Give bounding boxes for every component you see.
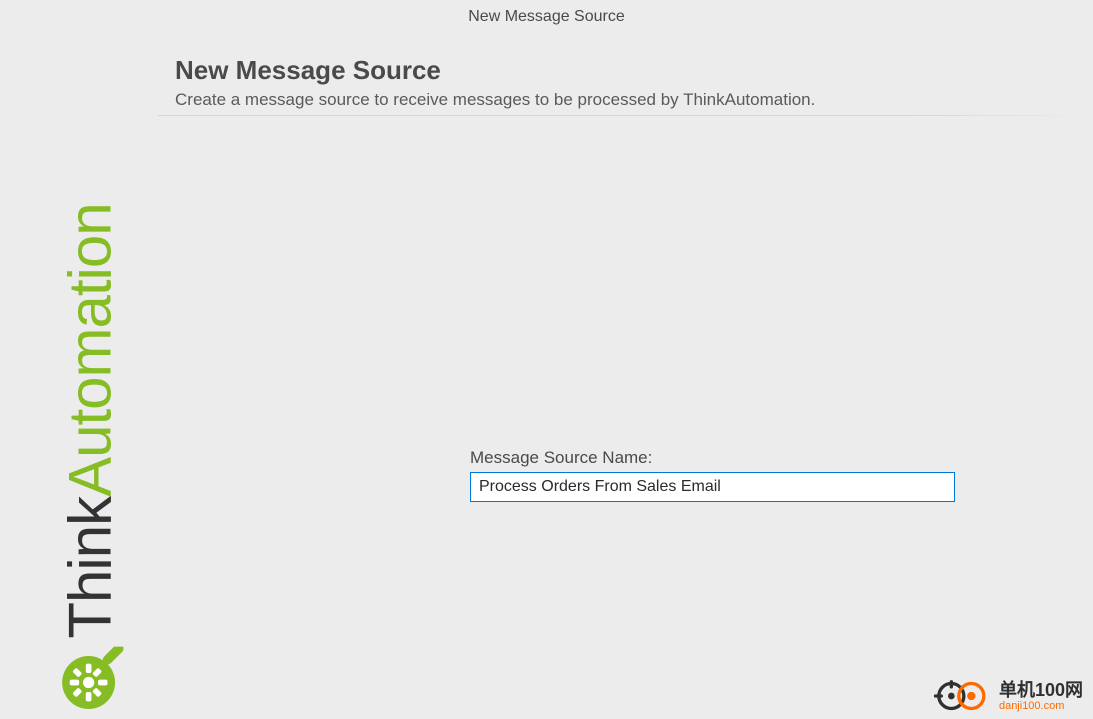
brand-word-1: Think — [56, 497, 125, 639]
header-block: New Message Source Create a message sour… — [175, 55, 1093, 110]
message-source-name-label: Message Source Name: — [470, 448, 652, 468]
brand-word-2: Automation — [56, 203, 125, 497]
dialog-title: New Message Source — [0, 8, 1093, 26]
page-heading: New Message Source — [175, 55, 1093, 86]
header-divider — [158, 115, 1093, 116]
watermark-eye-icon — [933, 679, 993, 713]
watermark-line1: 单机100网 — [999, 681, 1083, 699]
brand-logo: ThinkAutomation — [30, 214, 150, 704]
gear-icon — [56, 647, 124, 715]
watermark-line2: danji100.com — [999, 701, 1083, 712]
page-subtitle: Create a message source to receive messa… — [175, 90, 1093, 110]
message-source-name-input[interactable] — [470, 472, 955, 502]
site-watermark: 单机100网 danji100.com — [933, 679, 1083, 713]
